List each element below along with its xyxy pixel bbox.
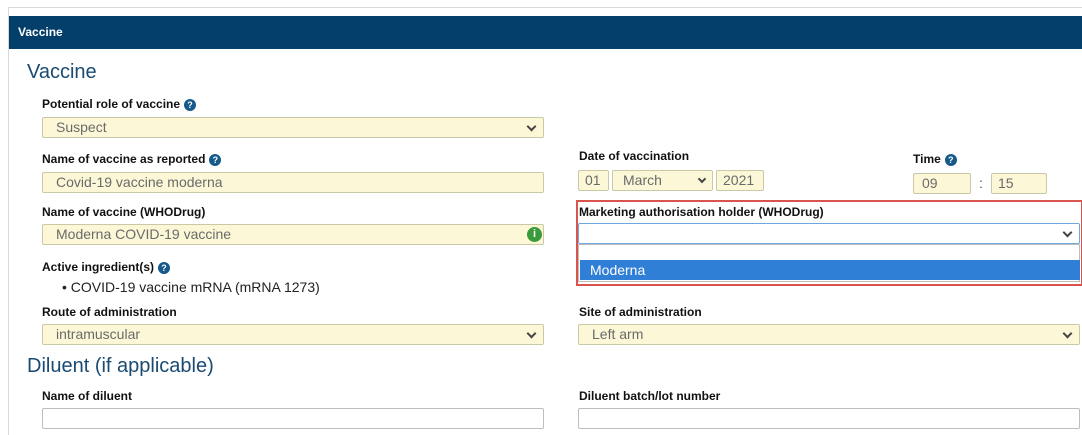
name-reported-label: Name of vaccine as reported? — [42, 152, 222, 166]
name-whodrug-label: Name of vaccine (WHODrug) — [42, 205, 206, 219]
date-year-input[interactable]: 2021 — [716, 170, 764, 191]
chevron-down-icon — [1062, 227, 1073, 238]
chevron-down-icon — [526, 121, 537, 132]
active-ingredients-label: Active ingredient(s)? — [42, 260, 171, 274]
diluent-batch-input[interactable] — [578, 408, 1080, 429]
time-minute-input[interactable]: 15 — [991, 173, 1047, 194]
site-label: Site of administration — [579, 305, 702, 319]
name-whodrug-input[interactable]: Moderna COVID-19 vaccine — [42, 224, 544, 245]
time-label: Time? — [913, 152, 957, 166]
role-select[interactable]: Suspect — [42, 117, 544, 138]
role-label: Potential role of vaccine? — [42, 97, 197, 111]
chevron-down-icon — [697, 174, 707, 184]
site-select[interactable]: Left arm — [578, 324, 1080, 345]
route-select[interactable]: intramuscular — [42, 324, 544, 345]
info-circle-icon[interactable]: i — [527, 227, 542, 242]
list-item: • COVID-19 vaccine mRNA (mRNA 1273) — [62, 279, 320, 295]
route-label: Route of administration — [42, 305, 177, 319]
help-icon[interactable]: ? — [209, 154, 222, 166]
section-title-diluent: Diluent (if applicable) — [27, 355, 214, 377]
section-title-vaccine: Vaccine — [27, 61, 97, 83]
help-icon[interactable]: ? — [184, 99, 197, 111]
chevron-down-icon — [1062, 328, 1073, 339]
date-month-select[interactable]: March — [612, 170, 713, 191]
mah-select[interactable] — [578, 223, 1080, 244]
date-day-input[interactable]: 01 — [578, 170, 609, 191]
chevron-down-icon — [526, 328, 537, 339]
mah-option-moderna[interactable]: Moderna — [580, 260, 1080, 280]
diluent-batch-label: Diluent batch/lot number — [579, 389, 721, 403]
diluent-name-input[interactable] — [42, 408, 544, 429]
help-icon[interactable]: ? — [158, 262, 171, 274]
time-separator: : — [979, 175, 983, 191]
date-label: Date of vaccination — [579, 149, 690, 163]
name-reported-input[interactable]: Covid-19 vaccine moderna — [42, 172, 544, 193]
time-hour-input[interactable]: 09 — [913, 173, 971, 194]
help-icon[interactable]: ? — [944, 154, 957, 166]
panel-header: Vaccine — [9, 16, 1082, 49]
diluent-name-label: Name of diluent — [42, 389, 133, 403]
